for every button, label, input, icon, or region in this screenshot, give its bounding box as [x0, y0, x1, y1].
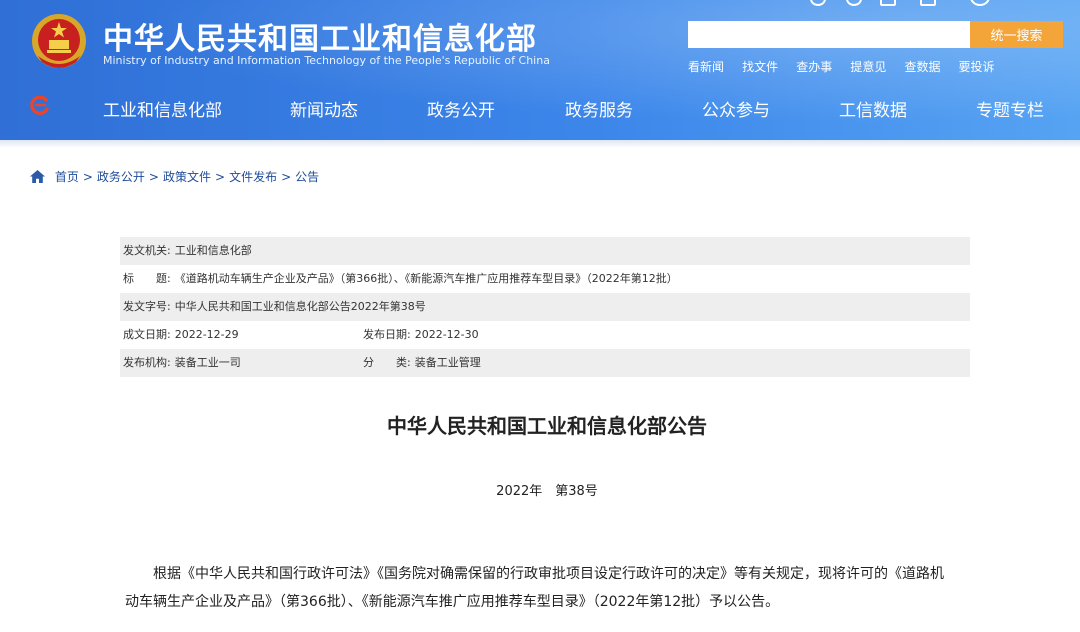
- meta-label: 发文机关:: [123, 244, 171, 257]
- meta-label: 分 类:: [363, 356, 411, 369]
- quick-link-documents[interactable]: 找文件: [742, 58, 778, 75]
- meta-value-publisher: 装备工业一司: [174, 356, 241, 369]
- quick-link-data[interactable]: 查数据: [904, 58, 940, 75]
- quick-link-complaints[interactable]: 要投诉: [959, 58, 995, 75]
- nav-item-government-affairs[interactable]: 政务公开: [427, 96, 495, 121]
- breadcrumb-separator: >: [82, 170, 93, 184]
- header-divider: [0, 140, 1080, 148]
- document-body: 根据《中华人民共和国行政许可法》《国务院对确需保留的行政审批项目设定行政许可的决…: [125, 560, 955, 616]
- site-title[interactable]: 中华人民共和国工业和信息化部: [103, 14, 537, 58]
- mobile-icon[interactable]: [880, 0, 896, 6]
- quick-links: 看新闻 找文件 查办事 提意见 查数据 要投诉: [688, 56, 1008, 75]
- main-nav: 工业和信息化部 新闻动态 政务公开 政务服务 公众参与 工信数据 专题专栏: [0, 88, 1080, 126]
- language-icon[interactable]: [970, 0, 990, 6]
- meta-row-dates: 成文日期: 2022-12-29 发布日期: 2022-12-30: [120, 321, 970, 349]
- meta-row-publisher: 发布机构: 装备工业一司 分 类: 装备工业管理: [120, 349, 970, 377]
- meta-row-issuer: 发文机关: 工业和信息化部: [120, 237, 970, 265]
- document-paragraph: 根据《中华人民共和国行政许可法》《国务院对确需保留的行政审批项目设定行政许可的决…: [125, 566, 944, 610]
- meta-value-subject: 《道路机动车辆生产企业及产品》（第366批）、《新能源汽车推广应用推荐车型目录》…: [174, 272, 678, 285]
- document-metadata-table: 发文机关: 工业和信息化部 标 题: 《道路机动车辆生产企业及产品》（第366批）、…: [120, 237, 970, 377]
- site-header: 中华人民共和国工业和信息化部 Ministry of Industry and …: [0, 0, 1080, 140]
- search-input[interactable]: [688, 21, 970, 48]
- meta-label: 成文日期:: [123, 328, 171, 341]
- wechat-icon[interactable]: [846, 0, 862, 6]
- meta-category-cell: 分 类: 装备工业管理: [363, 349, 481, 377]
- meta-value-issuer: 工业和信息化部: [174, 244, 252, 257]
- top-utility-icons: [810, 0, 1010, 6]
- nav-item-special-topics[interactable]: 专题专栏: [976, 96, 1044, 121]
- home-icon[interactable]: [30, 170, 45, 183]
- meta-row-document-number: 发文字号: 中华人民共和国工业和信息化部公告2022年第38号: [120, 293, 970, 321]
- ministry-logo-icon[interactable]: [30, 95, 50, 115]
- meta-publish-date-cell: 发布日期: 2022-12-30: [363, 321, 479, 349]
- nav-item-ministry[interactable]: 工业和信息化部: [103, 96, 222, 121]
- breadcrumb-item-government-affairs[interactable]: 政务公开: [97, 170, 145, 184]
- national-emblem-icon[interactable]: [30, 12, 88, 70]
- site-subtitle: Ministry of Industry and Information Tec…: [103, 54, 550, 67]
- nav-item-data[interactable]: 工信数据: [839, 96, 907, 121]
- breadcrumb-item-announcement[interactable]: 公告: [295, 170, 319, 184]
- quick-link-news[interactable]: 看新闻: [688, 58, 724, 75]
- breadcrumb-separator: >: [148, 170, 159, 184]
- quick-link-services[interactable]: 查办事: [796, 58, 832, 75]
- meta-label: 发布日期:: [363, 328, 411, 341]
- meta-label: 发布机构:: [123, 356, 171, 369]
- weibo-icon[interactable]: [810, 0, 826, 6]
- breadcrumb-item-policy-documents[interactable]: 政策文件: [163, 170, 211, 184]
- meta-value-written-date: 2022-12-29: [174, 328, 239, 341]
- quick-link-feedback[interactable]: 提意见: [850, 58, 886, 75]
- meta-label: 发文字号:: [123, 300, 171, 313]
- nav-item-public-participation[interactable]: 公众参与: [702, 96, 770, 121]
- meta-value-category: 装备工业管理: [414, 356, 481, 369]
- breadcrumb-separator: >: [215, 170, 226, 184]
- breadcrumb-separator: >: [281, 170, 292, 184]
- meta-row-subject: 标 题: 《道路机动车辆生产企业及产品》（第366批）、《新能源汽车推广应用推荐车…: [120, 265, 970, 293]
- breadcrumb-item-document-release[interactable]: 文件发布: [229, 170, 277, 184]
- search-button[interactable]: 统一搜索: [970, 21, 1063, 48]
- meta-value-document-number: 中华人民共和国工业和信息化部公告2022年第38号: [174, 300, 426, 313]
- document-number: 2022年 第38号: [496, 484, 598, 499]
- meta-value-publish-date: 2022-12-30: [414, 328, 479, 341]
- accessibility-icon[interactable]: [920, 0, 936, 6]
- nav-item-news[interactable]: 新闻动态: [290, 96, 358, 121]
- meta-label: 标 题:: [123, 272, 171, 285]
- nav-item-services[interactable]: 政务服务: [565, 96, 633, 121]
- document-title: 中华人民共和国工业和信息化部公告: [387, 414, 707, 438]
- breadcrumb-item-home[interactable]: 首页: [55, 170, 79, 184]
- breadcrumb: 首页 > 政务公开 > 政策文件 > 文件发布 > 公告: [30, 168, 319, 184]
